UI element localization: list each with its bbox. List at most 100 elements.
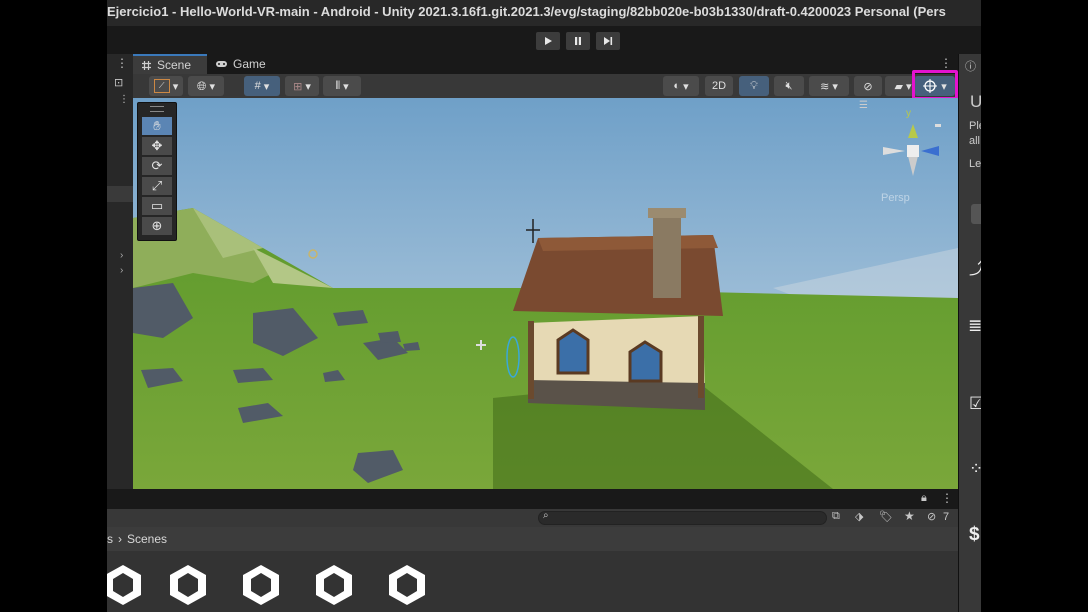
breadcrumb: s › Scenes (107, 527, 958, 551)
chevron-right-icon[interactable]: › (120, 265, 123, 276)
effects-layers-icon: ≋ (820, 80, 830, 93)
inspector-panel: ⓘ U Ple all Le ⤴ ≣ ☑ ⁘ $ (958, 54, 981, 612)
unity-scene-icon (389, 565, 425, 605)
move-tool-button[interactable]: ✥ (142, 137, 172, 155)
scale-tool-button[interactable]: ⤢ (142, 177, 172, 195)
scene-asset[interactable] (237, 561, 285, 612)
play-button[interactable] (536, 32, 560, 50)
gamepad-icon (216, 61, 227, 67)
orientation-gizmo[interactable]: ☰ y Persp (859, 100, 953, 216)
move-icon: ✥ (151, 138, 163, 153)
scale-icon: ⤢ (151, 178, 163, 193)
project-panel-header: 🔒︎ ⋮ (107, 489, 958, 509)
more-menu-icon[interactable]: ⋮ (116, 56, 128, 70)
transform-tool-button[interactable]: ⊕ (142, 217, 172, 235)
rotate-icon: ⟳ (151, 158, 163, 173)
tab-game[interactable]: Game (215, 54, 275, 74)
eye-slash-icon: ⊘ (863, 80, 873, 93)
inspector-line: Le (969, 158, 981, 170)
unity-editor-window: Ejercicio1 - Hello-World-VR-main - Andro… (107, 0, 981, 612)
rotate-tool-button[interactable]: ⟳ (142, 157, 172, 175)
hidden-packages-count: 7 (943, 511, 950, 523)
chevron-down-icon: ▾ (343, 80, 349, 93)
step-button[interactable] (596, 32, 620, 50)
inspector-line: Ple (969, 120, 981, 132)
hand-icon: ✋︎ (153, 118, 161, 133)
shading-mode-dropdown[interactable]: ◐ ▾ (663, 76, 699, 96)
snap-grid-icon: ⊞ (293, 80, 303, 93)
toggle-2d-button[interactable]: 2D (705, 76, 733, 96)
network-icon: ⁘ (969, 459, 981, 479)
chevron-down-icon: ▾ (209, 80, 216, 93)
scene-asset[interactable] (107, 561, 147, 612)
rect-tool-button[interactable]: ▭ (142, 197, 172, 215)
unity-scene-icon (316, 565, 352, 605)
chevron-down-icon: ▾ (263, 80, 270, 93)
play-toolbar (107, 26, 981, 54)
lock-icon[interactable]: 🔒︎ (921, 492, 927, 505)
effects-dropdown[interactable]: ≋ ▾ (809, 76, 849, 96)
breadcrumb-folder[interactable]: Scenes (127, 532, 167, 546)
palette-drag-handle[interactable] (150, 106, 164, 112)
chevron-right-icon[interactable]: › (120, 250, 123, 261)
scene-visibility-toggle[interactable]: ⊘ (854, 76, 882, 96)
gizmos-highlight-frame (912, 70, 958, 100)
search-options-icon[interactable]: ⊡ (114, 76, 123, 89)
gizmo-persp-label[interactable]: Persp (881, 192, 910, 204)
chevron-down-icon: ▾ (832, 80, 838, 93)
search-input[interactable]: ⌕ (538, 510, 827, 525)
info-icon: ⓘ (965, 61, 976, 73)
shaded-mode-icon: ⟋ (153, 79, 170, 93)
tag-icon[interactable]: 🏷︎ (879, 510, 893, 523)
draw-mode-dropdown[interactable]: ⟋ ▾ (149, 76, 183, 96)
hand-tool-button[interactable]: ✋︎ (142, 117, 172, 135)
inspector-heading: U (970, 92, 981, 111)
grid-snap-icon: # (254, 80, 261, 92)
scene-asset[interactable] (383, 561, 431, 612)
more-menu-icon[interactable]: ⋮ (940, 56, 952, 70)
chevron-down-icon: ▾ (683, 80, 689, 93)
hidden-packages-icon[interactable]: ⊘ (927, 510, 936, 523)
breadcrumb-root[interactable]: s (107, 532, 113, 546)
light-bulb-icon: 💡︎ (750, 79, 758, 92)
inspector-button[interactable] (971, 204, 981, 224)
more-menu-icon[interactable]: ⋮ (119, 94, 129, 105)
sphere-icon: ◐ (673, 80, 681, 92)
project-panel: 🔒︎ ⋮ ⌕ ⧉ ⬗ 🏷︎ ★ ⊘ 7 s › Scenes (107, 489, 958, 612)
hierarchy-panel-edge: ⋮ ⊡ ⋮ › › (107, 54, 133, 490)
gizmo-menu-icon[interactable]: ☰ (859, 100, 868, 111)
tab-scene[interactable]: Scene (133, 54, 207, 74)
checklist-icon: ☑ (969, 394, 981, 413)
hierarchy-row[interactable] (107, 186, 133, 202)
audio-toggle[interactable]: 🔇︎ (774, 76, 804, 96)
favorite-star-icon[interactable]: ★ (904, 509, 915, 523)
camera-icon: ▰ (894, 80, 903, 93)
lighting-toggle[interactable]: 💡︎ (739, 76, 769, 96)
scene-asset[interactable] (164, 561, 212, 612)
chevron-down-icon: ▾ (905, 80, 912, 93)
search-by-type-icon[interactable]: ⧉ (832, 510, 840, 523)
scene-asset[interactable] (310, 561, 358, 612)
asset-grid (107, 551, 958, 612)
layers-icon: ≣ (968, 316, 981, 335)
scene-view-toolbar: ⟋▾ 🌐︎▾ #▾ ⊞▾ ⦀▾ ◐▾ 2D 💡︎ 🔇︎ ≋▾ ⊘ (133, 74, 958, 98)
axis-cube-icon (883, 124, 941, 176)
grid-snapping-dropdown[interactable]: # ▾ (244, 76, 280, 96)
search-icon: ⌕ (543, 510, 549, 521)
pause-icon (575, 37, 581, 45)
chevron-right-icon: › (118, 532, 122, 546)
window-title: Ejercicio1 - Hello-World-VR-main - Andro… (107, 4, 946, 19)
scene-grid-icon (142, 60, 151, 70)
search-by-label-icon[interactable]: ⬗ (855, 510, 863, 523)
align-tools-dropdown[interactable]: ⦀ ▾ (323, 76, 361, 96)
dollar-icon: $ (969, 524, 980, 545)
global-toggle-dropdown[interactable]: 🌐︎ ▾ (188, 76, 224, 96)
more-menu-icon[interactable]: ⋮ (941, 491, 953, 505)
step-icon (604, 37, 613, 45)
house-model (513, 208, 723, 410)
globe-icon: 🌐︎ (196, 78, 207, 93)
scene-viewport[interactable]: ☰ y Persp (133, 98, 958, 489)
pause-button[interactable] (566, 32, 590, 50)
increment-snap-dropdown[interactable]: ⊞ ▾ (285, 76, 319, 96)
rect-icon: ▭ (150, 198, 164, 213)
